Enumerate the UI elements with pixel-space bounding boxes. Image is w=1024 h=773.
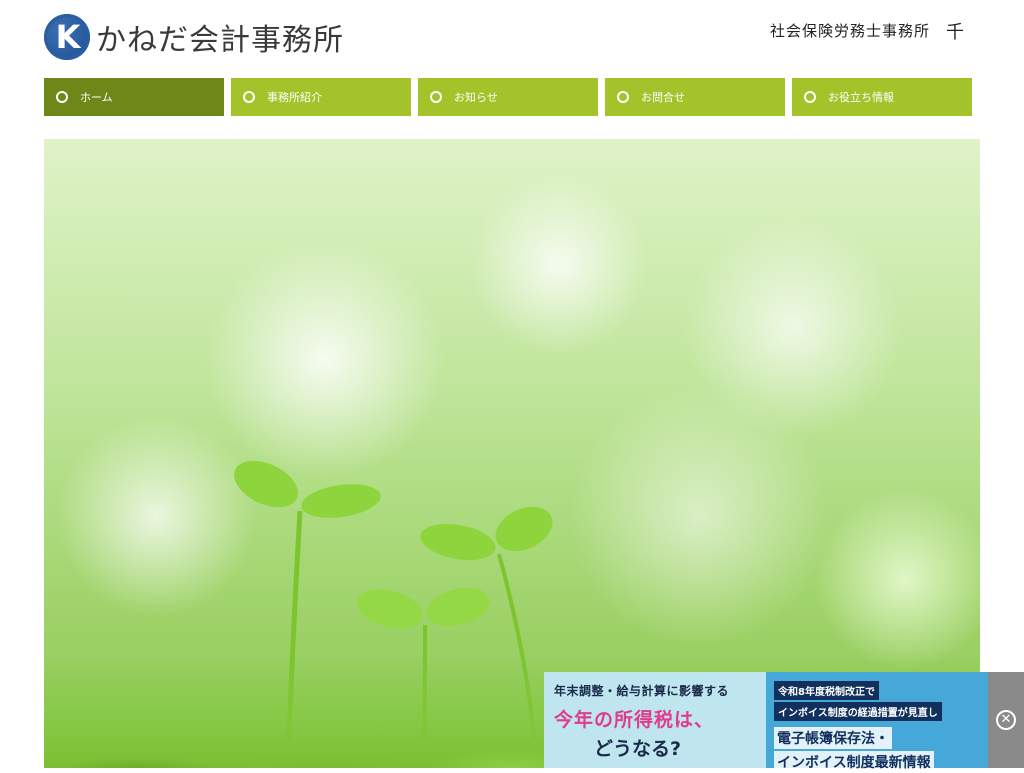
site-logo[interactable]: K かねだ会計事務所 (44, 14, 344, 60)
nav-item-label: お知らせ (454, 91, 498, 104)
nav-item-label: お役立ち情報 (828, 91, 894, 104)
ad-left-line2: 今年の所得税は、 (554, 709, 715, 731)
circle-icon (243, 91, 255, 103)
circle-icon (56, 91, 68, 103)
sub-office-link[interactable]: 社会保険労務士事務所 (770, 20, 930, 41)
ad-banner-invoice[interactable]: 令和8年度税制改正で インボイス制度の経過措置が見直し 電子帳簿保存法・ インボ… (766, 672, 988, 773)
ad-right-line1: 令和8年度税制改正で (774, 681, 879, 700)
ad-right-line3: 電子帳簿保存法・ (774, 727, 892, 749)
nav-item-label: 事務所紹介 (267, 91, 322, 104)
nav-item-news[interactable]: お知らせ (418, 78, 598, 116)
site-title: かねだ会計事務所 (96, 23, 344, 58)
circle-icon (430, 91, 442, 103)
ad-right-line4: インボイス制度最新情報 (774, 751, 934, 773)
nav-item-contact[interactable]: お問合せ (605, 78, 785, 116)
logo-mark-icon: K (44, 14, 90, 60)
nav-item-label: ホーム (80, 91, 113, 104)
close-icon: ✕ (996, 710, 1016, 730)
ad-left-line3: どうなる? (594, 738, 682, 760)
sub-office-mark: 千 (946, 22, 964, 43)
ad-close-button[interactable]: ✕ (988, 672, 1024, 768)
nav-item-useful-info[interactable]: お役立ち情報 (792, 78, 972, 116)
circle-icon (804, 91, 816, 103)
nav-item-about[interactable]: 事務所紹介 (231, 78, 411, 116)
ad-banner-income-tax[interactable]: 年末調整・給与計算に影響する 今年の所得税は、 どうなる? (544, 672, 766, 768)
nav-item-home[interactable]: ホーム (44, 78, 224, 116)
logo-letter: K (55, 18, 81, 56)
bottom-banner-ad: 年末調整・給与計算に影響する 今年の所得税は、 どうなる? 令和8年度税制改正で… (544, 672, 1024, 773)
main-nav: ホーム 事務所紹介 お知らせ お問合せ お役立ち情報 (44, 78, 972, 116)
nav-item-label: お問合せ (641, 91, 685, 104)
ad-left-line1: 年末調整・給与計算に影響する (554, 684, 730, 698)
circle-icon (617, 91, 629, 103)
ad-right-line2: インボイス制度の経過措置が見直し (774, 702, 942, 721)
